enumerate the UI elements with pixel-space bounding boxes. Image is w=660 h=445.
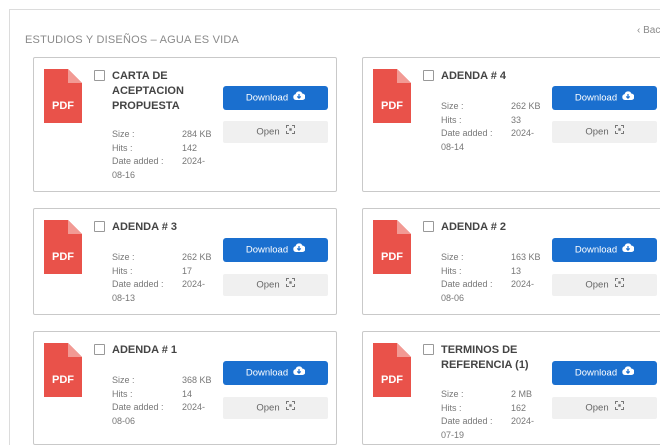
expand-icon xyxy=(614,397,624,419)
document-meta: Size :2 MB Hits :162 Date added :2024- 0… xyxy=(441,389,535,440)
select-checkbox[interactable] xyxy=(94,70,105,81)
document-meta: Size :163 KB Hits :13 Date added :2024- … xyxy=(441,252,541,303)
open-button[interactable]: Open xyxy=(223,121,328,143)
hit-count: 13 xyxy=(511,265,522,276)
download-button[interactable]: Download xyxy=(223,238,328,262)
document-title: ADENDA # 1 xyxy=(112,344,177,356)
document-card: PDF ADENDA # 3 Size :262 KB Hits :17 Dat… xyxy=(33,208,337,315)
file-size: 284 KB xyxy=(182,129,212,139)
date-added: 2024- xyxy=(182,279,206,289)
top-divider xyxy=(9,9,660,10)
date-added: 2024- xyxy=(182,156,206,166)
open-button[interactable]: Open xyxy=(223,274,328,296)
expand-icon xyxy=(285,121,295,143)
download-button[interactable]: Download xyxy=(552,361,657,385)
open-button[interactable]: Open xyxy=(552,121,657,143)
hit-count: 17 xyxy=(182,265,193,276)
document-title: CARTA DE ACEPTACION PROPUESTA xyxy=(112,70,184,112)
download-button[interactable]: Download xyxy=(552,86,657,110)
date-added: 2024- xyxy=(511,128,535,138)
cloud-download-icon xyxy=(622,238,635,262)
open-button[interactable]: Open xyxy=(223,397,328,419)
file-size: 262 KB xyxy=(511,101,541,111)
select-checkbox[interactable] xyxy=(423,70,434,81)
left-divider xyxy=(9,9,10,445)
date-added: 2024- xyxy=(182,402,206,412)
document-meta: Size :262 KB Hits :17 Date added :2024- … xyxy=(112,252,212,303)
expand-icon xyxy=(614,274,624,296)
document-card: PDF TERMINOS DE REFERENCIA (1) Size :2 M… xyxy=(362,331,660,445)
cloud-download-icon xyxy=(622,86,635,110)
file-size: 163 KB xyxy=(511,252,541,262)
pdf-file-icon: PDF xyxy=(373,220,411,274)
back-link[interactable]: ‹ Back xyxy=(637,25,660,36)
date-added: 2024- xyxy=(511,416,535,426)
select-checkbox[interactable] xyxy=(94,344,105,355)
expand-icon xyxy=(614,121,624,143)
pdf-file-icon: PDF xyxy=(373,69,411,123)
download-button[interactable]: Download xyxy=(223,361,328,385)
hit-count: 33 xyxy=(511,114,522,125)
pdf-file-icon: PDF xyxy=(44,220,82,274)
cloud-download-icon xyxy=(293,238,306,262)
pdf-file-icon: PDF xyxy=(44,343,82,397)
file-size: 262 KB xyxy=(182,252,212,262)
document-title: ADENDA # 2 xyxy=(441,221,506,233)
document-card: PDF ADENDA # 4 Size :262 KB Hits :33 Dat… xyxy=(362,57,660,192)
hit-count: 14 xyxy=(182,388,193,399)
open-button[interactable]: Open xyxy=(552,274,657,296)
cloud-download-icon xyxy=(293,86,306,110)
document-title: ADENDA # 4 xyxy=(441,70,506,82)
file-size: 368 KB xyxy=(182,375,212,385)
section-title: ESTUDIOS Y DISEÑOS – AGUA ES VIDA xyxy=(25,34,240,46)
open-button[interactable]: Open xyxy=(552,397,657,419)
expand-icon xyxy=(285,274,295,296)
select-checkbox[interactable] xyxy=(94,221,105,232)
document-meta: Size :262 KB Hits :33 Date added :2024- … xyxy=(441,101,541,152)
select-checkbox[interactable] xyxy=(423,221,434,232)
pdf-file-icon: PDF xyxy=(373,343,411,397)
document-title: TERMINOS DE REFERENCIA (1) xyxy=(441,344,529,371)
document-card: PDF ADENDA # 2 Size :163 KB Hits :13 Dat… xyxy=(362,208,660,315)
cloud-download-icon xyxy=(622,361,635,385)
document-meta: Size :284 KB Hits :142 Date added :2024-… xyxy=(112,129,212,180)
pdf-file-icon: PDF xyxy=(44,69,82,123)
hit-count: 162 xyxy=(511,402,527,413)
cloud-download-icon xyxy=(293,361,306,385)
select-checkbox[interactable] xyxy=(423,344,434,355)
document-meta: Size :368 KB Hits :14 Date added :2024- … xyxy=(112,375,212,426)
expand-icon xyxy=(285,397,295,419)
document-title: ADENDA # 3 xyxy=(112,221,177,233)
download-button[interactable]: Download xyxy=(552,238,657,262)
file-size: 2 MB xyxy=(511,389,533,399)
hit-count: 142 xyxy=(182,142,198,153)
document-card: PDF ADENDA # 1 Size :368 KB Hits :14 Dat… xyxy=(33,331,337,445)
document-card: PDF CARTA DE ACEPTACION PROPUESTA Size :… xyxy=(33,57,337,192)
date-added: 2024- xyxy=(511,279,535,289)
download-button[interactable]: Download xyxy=(223,86,328,110)
